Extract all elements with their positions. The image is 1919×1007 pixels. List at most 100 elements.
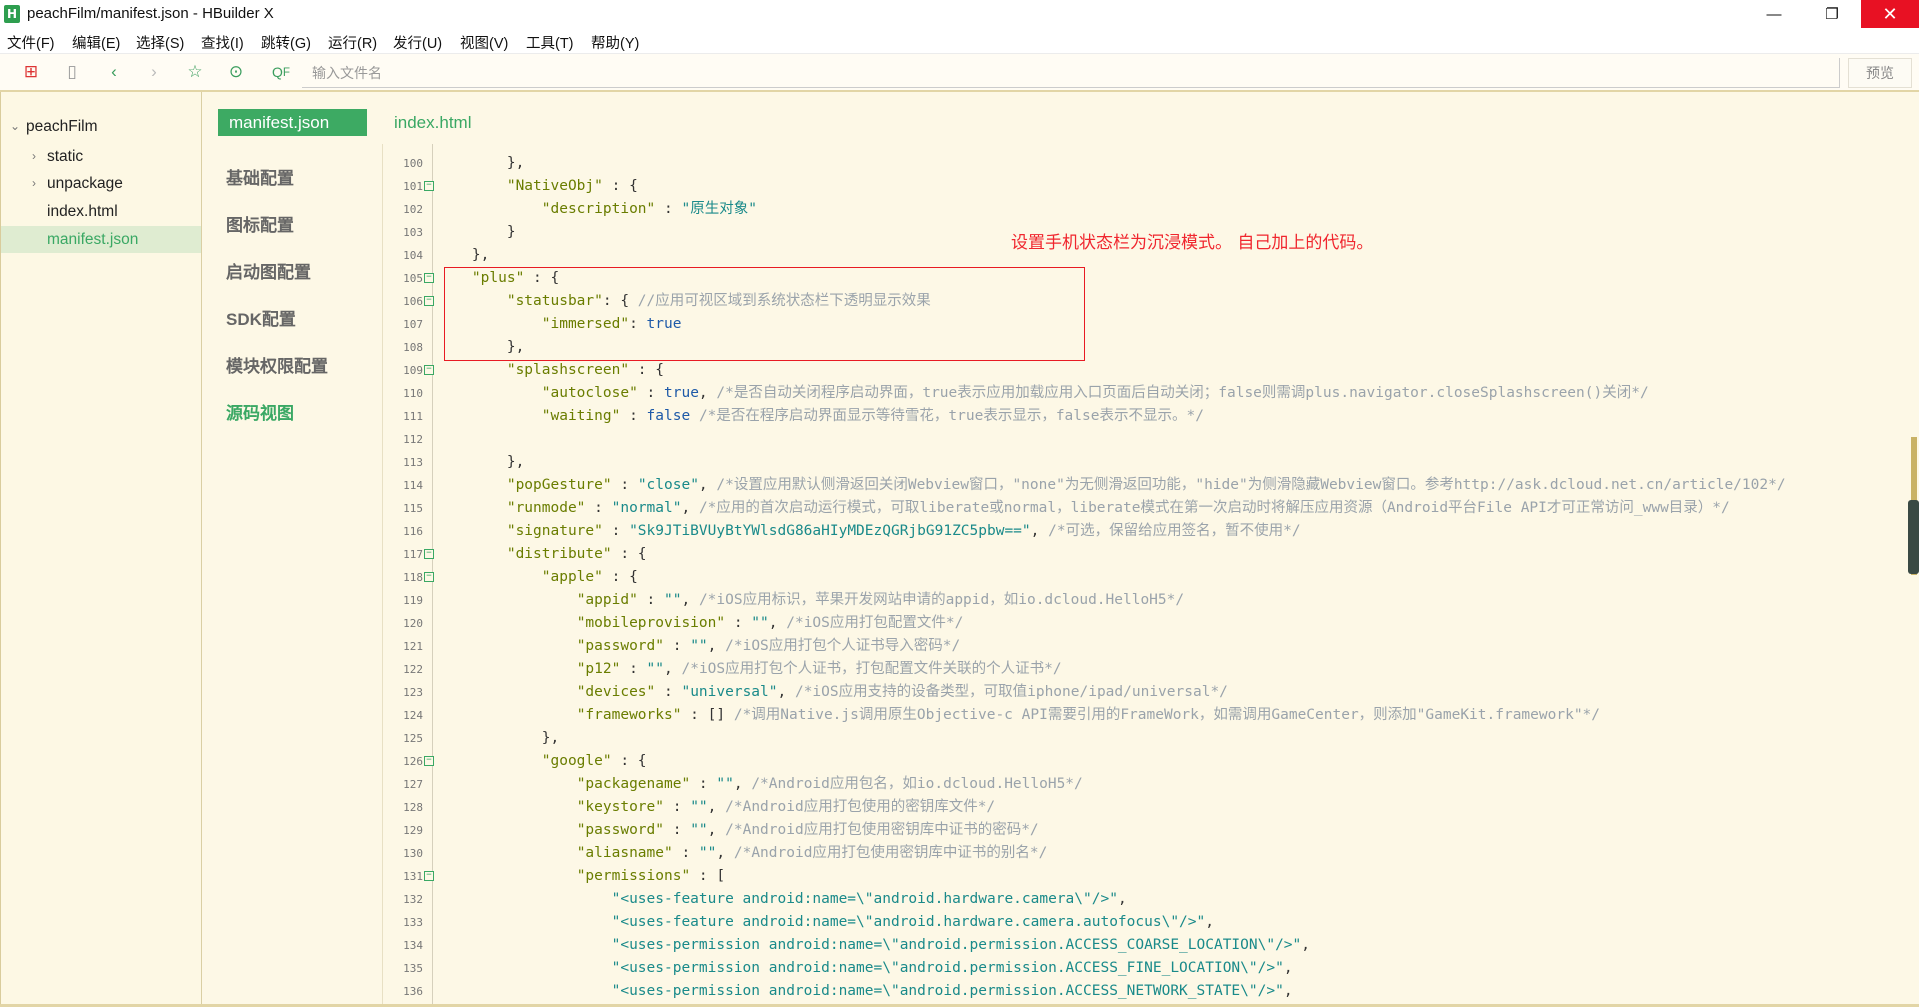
- tree-item-unpackage[interactable]: › unpackage: [1, 170, 201, 197]
- minimap[interactable]: [1908, 500, 1919, 574]
- punctuation: : {: [602, 178, 638, 194]
- code-line[interactable]: 128 "keystore" : "", /*Android应用打包使用的密钥库…: [383, 796, 1913, 819]
- run-icon[interactable]: ⊙: [225, 61, 247, 83]
- code-line[interactable]: 116 "signature" : "Sk9JTiBVUyBtYWlsdG86a…: [383, 520, 1913, 543]
- fold-toggle-icon[interactable]: −: [424, 181, 434, 191]
- config-module-permissions[interactable]: 模块权限配置: [226, 352, 328, 377]
- code-line[interactable]: 101− "NativeObj" : {: [383, 175, 1913, 198]
- code-line[interactable]: 110 "autoclose" : true, /*是否自动关闭程序启动界面，t…: [383, 382, 1913, 405]
- tree-item-peachfilm[interactable]: ⌄ peachFilm: [1, 113, 201, 140]
- file-search-input[interactable]: [302, 58, 1840, 88]
- close-button[interactable]: ✕: [1861, 0, 1919, 28]
- punctuation: :: [664, 799, 691, 815]
- punctuation: : {: [611, 546, 647, 562]
- fold-toggle-icon[interactable]: −: [424, 365, 434, 375]
- code-line[interactable]: 111 "waiting" : false /*是否在程序启动界面显示等待雪花，…: [383, 405, 1913, 428]
- code-line[interactable]: 131− "permissions" : [: [383, 865, 1913, 888]
- code-line[interactable]: 124 "frameworks" : [] /*调用Native.js调用原生O…: [383, 704, 1913, 727]
- code-line[interactable]: 102 "description" : "原生对象": [383, 198, 1913, 221]
- code-line[interactable]: 121 "password" : "", /*iOS应用打包个人证书导入密码*/: [383, 635, 1913, 658]
- code-line[interactable]: 112: [383, 428, 1913, 451]
- code-line[interactable]: 132 "<uses-feature android:name=\"androi…: [383, 888, 1913, 911]
- code-line[interactable]: 127 "packagename" : "", /*Android应用包名，如i…: [383, 773, 1913, 796]
- tree-item-index-html[interactable]: index.html: [1, 198, 201, 225]
- fold-toggle-icon[interactable]: −: [424, 273, 434, 283]
- punctuation: :: [664, 822, 691, 838]
- menu-tools[interactable]: 工具(T): [526, 32, 574, 53]
- tree-item-static[interactable]: › static: [1, 143, 201, 170]
- fold-toggle-icon[interactable]: −: [424, 871, 434, 881]
- tab-index-html[interactable]: index.html: [394, 109, 471, 136]
- back-icon[interactable]: ‹: [103, 61, 125, 83]
- fold-toggle-icon[interactable]: −: [424, 572, 434, 582]
- fold-toggle-icon[interactable]: −: [424, 549, 434, 559]
- code-line[interactable]: 126− "google" : {: [383, 750, 1913, 773]
- punctuation: :: [725, 615, 752, 631]
- code-line[interactable]: 119 "appid" : "", /*iOS应用标识，苹果开发网站申请的app…: [383, 589, 1913, 612]
- punctuation: : {: [611, 753, 647, 769]
- code-line[interactable]: 133 "<uses-feature android:name=\"androi…: [383, 911, 1913, 934]
- punctuation: ,: [707, 822, 726, 838]
- fold-toggle-icon[interactable]: −: [424, 296, 434, 306]
- config-sdk[interactable]: SDK配置: [226, 305, 296, 330]
- preview-button[interactable]: 预览: [1848, 58, 1912, 88]
- minimize-button[interactable]: —: [1745, 0, 1803, 28]
- menu-goto[interactable]: 跳转(G): [261, 32, 311, 53]
- code-line[interactable]: 135 "<uses-permission android:name=\"and…: [383, 957, 1913, 980]
- json-string: "": [751, 615, 769, 631]
- code-line[interactable]: 114 "popGesture" : "close", /*设置应用默认侧滑返回…: [383, 474, 1913, 497]
- code-text: "autoclose" : true, /*是否自动关闭程序启动界面，true表…: [437, 382, 1649, 405]
- code-line[interactable]: 123 "devices" : "universal", /*iOS应用支持的设…: [383, 681, 1913, 704]
- star-icon[interactable]: ☆: [184, 61, 206, 83]
- menu-help[interactable]: 帮助(Y): [591, 32, 639, 53]
- punctuation: },: [541, 730, 560, 746]
- code-line[interactable]: 130 "aliasname" : "", /*Android应用打包使用密钥库…: [383, 842, 1913, 865]
- code-text: "p12" : "", /*iOS应用打包个人证书，打包配置文件关联的个人证书*…: [437, 658, 1062, 681]
- menu-find[interactable]: 查找(I): [201, 32, 244, 53]
- code-line[interactable]: 122 "p12" : "", /*iOS应用打包个人证书，打包配置文件关联的个…: [383, 658, 1913, 681]
- tree-item-manifest-json[interactable]: manifest.json: [1, 226, 201, 253]
- json-key: "keystore": [576, 799, 664, 815]
- code-comment: /*可选，保留给应用签名，暂不使用*/: [1048, 523, 1301, 539]
- tab-manifest-json[interactable]: manifest.json: [218, 109, 367, 136]
- forward-icon[interactable]: ›: [143, 61, 165, 83]
- json-string: "": [646, 661, 665, 677]
- line-number: 119: [403, 594, 423, 607]
- new-file-icon[interactable]: ⊞: [20, 61, 42, 83]
- code-line[interactable]: 113 },: [383, 451, 1913, 474]
- json-key: "description": [541, 201, 656, 217]
- fold-toggle-icon[interactable]: −: [424, 756, 434, 766]
- code-text: }: [437, 221, 516, 244]
- config-basic[interactable]: 基础配置: [226, 164, 294, 189]
- menu-select[interactable]: 选择(S): [136, 32, 184, 53]
- code-line[interactable]: 136 "<uses-permission android:name=\"and…: [383, 980, 1913, 1003]
- config-source-view[interactable]: 源码视图: [226, 399, 294, 424]
- code-line[interactable]: 117− "distribute" : {: [383, 543, 1913, 566]
- code-line[interactable]: 134 "<uses-permission android:name=\"and…: [383, 934, 1913, 957]
- punctuation: : {: [602, 569, 638, 585]
- json-string: "<uses-feature android:name=\"android.ha…: [611, 891, 1118, 907]
- menu-run[interactable]: 运行(R): [328, 32, 377, 53]
- menu-edit[interactable]: 编辑(E): [72, 32, 120, 53]
- code-line[interactable]: 115 "runmode" : "normal", /*应用的首次启动运行模式，…: [383, 497, 1913, 520]
- restore-button[interactable]: ❐: [1803, 0, 1861, 28]
- menu-file[interactable]: 文件(F): [7, 32, 55, 53]
- config-splash[interactable]: 启动图配置: [226, 258, 311, 283]
- code-line[interactable]: 100 },: [383, 152, 1913, 175]
- punctuation: ,: [698, 385, 717, 401]
- save-icon[interactable]: ▯: [61, 61, 83, 83]
- code-line[interactable]: 118− "apple" : {: [383, 566, 1913, 589]
- menu-publish[interactable]: 发行(U): [393, 32, 442, 53]
- code-line[interactable]: 120 "mobileprovision" : "", /*iOS应用打包配置文…: [383, 612, 1913, 635]
- json-string: "Sk9JTiBVUyBtYWlsdG86aHIyMDEzQGRjbG91ZC5…: [629, 523, 1031, 539]
- code-text: "permissions" : [: [437, 865, 725, 888]
- line-number: 127: [403, 778, 423, 791]
- code-line[interactable]: 129 "password" : "", /*Android应用打包使用密钥库中…: [383, 819, 1913, 842]
- config-icons[interactable]: 图标配置: [226, 211, 294, 236]
- menu-view[interactable]: 视图(V): [460, 32, 508, 53]
- line-number: 101: [403, 180, 423, 193]
- code-line[interactable]: 125 },: [383, 727, 1913, 750]
- code-comment: /*iOS应用打包个人证书，打包配置文件关联的个人证书*/: [681, 661, 1062, 677]
- line-number: 108: [403, 341, 423, 354]
- code-line[interactable]: 109− "splashscreen" : {: [383, 359, 1913, 382]
